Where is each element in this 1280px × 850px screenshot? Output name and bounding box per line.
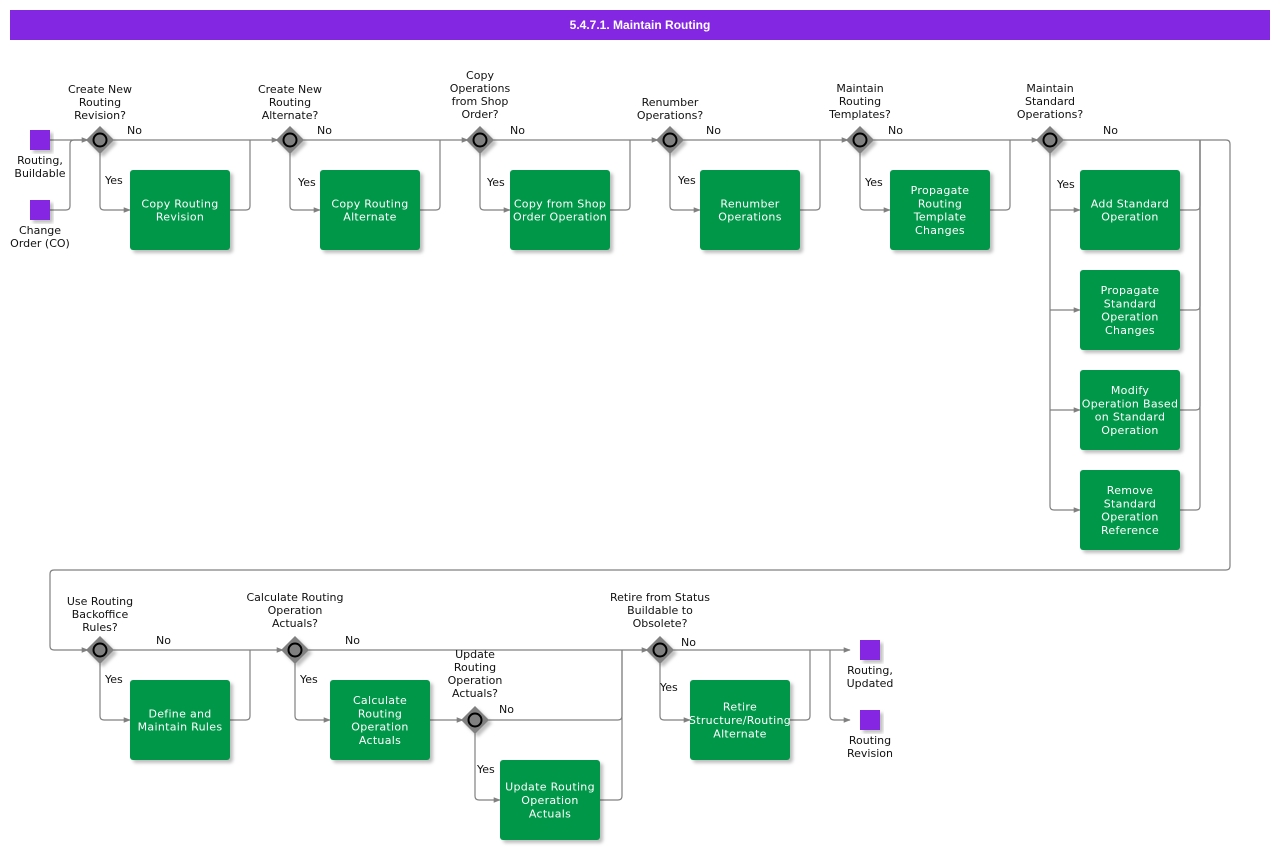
gateway-question: Calculate Routing Operation Actuals? — [246, 591, 343, 630]
gateway-no-label: No — [345, 634, 360, 647]
routing-revision-label: Routing Revision — [847, 734, 893, 760]
gateway-gw6[interactable] — [1036, 126, 1064, 154]
gateway-diamond-icon — [86, 636, 114, 664]
gateway-question: Renumber Operations? — [637, 96, 703, 122]
task-label: Propagate Standard Operation Changes — [1101, 284, 1160, 337]
gateway-diamond-icon — [281, 636, 309, 664]
routing-updated-label: Routing, Updated — [847, 664, 894, 690]
task-label: Define and Maintain Rules — [138, 707, 223, 733]
task-label: Calculate Routing Operation Actuals — [351, 694, 408, 747]
routing-revision-event[interactable] — [860, 710, 880, 730]
task-t5[interactable]: Propagate Routing Template Changes — [890, 170, 990, 250]
task-t1[interactable]: Copy Routing Revision — [130, 170, 230, 250]
gateway-question: Create New Routing Alternate? — [258, 83, 322, 122]
gateway-yes-label: Yes — [104, 673, 123, 686]
gateway-no-label: No — [1103, 124, 1118, 137]
flow-t5-merge — [990, 140, 1011, 211]
gateway-no-label: No — [510, 124, 525, 137]
flow-t13-merge — [790, 650, 811, 721]
routing-updated-event[interactable] — [860, 640, 880, 660]
task-t2[interactable]: Copy Routing Alternate — [320, 170, 420, 250]
gateway-diamond-icon — [656, 126, 684, 154]
gateway-gw8[interactable] — [281, 636, 309, 664]
gateway-gw10[interactable] — [646, 636, 674, 664]
gateway-no-label: No — [888, 124, 903, 137]
flow-gw7-yes — [99, 662, 131, 723]
gateway-gw4[interactable] — [656, 126, 684, 154]
task-label: Copy from Shop Order Operation — [513, 197, 607, 223]
task-t7[interactable]: Propagate Standard Operation Changes — [1080, 270, 1180, 350]
gateway-gw1[interactable] — [86, 126, 114, 154]
gateway-diamond-icon — [1036, 126, 1064, 154]
gateway-yes-label: Yes — [299, 673, 318, 686]
task-label: Add Standard Operation — [1091, 197, 1169, 223]
flow-t2-merge — [420, 140, 441, 211]
routing-buildable-event[interactable] — [30, 130, 50, 150]
gateway-gw7[interactable] — [86, 636, 114, 664]
gateway-diamond-icon — [276, 126, 304, 154]
flow-t6-merge — [1180, 140, 1201, 211]
gateway-yes-label: Yes — [1056, 178, 1075, 191]
gateway-yes-label: Yes — [104, 174, 123, 187]
gateway-diamond-icon — [461, 706, 489, 734]
flow-t10-merge — [230, 650, 251, 721]
flow-t12-merge — [600, 650, 623, 801]
gateway-question: Maintain Standard Operations? — [1017, 82, 1083, 121]
task-t6[interactable]: Add Standard Operation — [1080, 170, 1180, 250]
gateway-no-label: No — [156, 634, 171, 647]
nodes-layer: Copy Routing Revision Copy Routing Alternat… — [30, 126, 1180, 840]
flow-t3-merge — [610, 140, 631, 211]
gateway-yes-label: Yes — [486, 176, 505, 189]
flow-gw6-yes — [1049, 152, 1081, 513]
task-t3[interactable]: Copy from Shop Order Operation — [510, 170, 610, 250]
gateway-question: Create New Routing Revision? — [68, 83, 132, 122]
gateway-no-label: No — [681, 636, 696, 649]
change-order-label: Change Order (CO) — [10, 224, 70, 250]
gateway-yes-label: Yes — [677, 174, 696, 187]
gateway-no-label: No — [706, 124, 721, 137]
process-diagram: Copy Routing Revision Copy Routing Alternat… — [10, 69, 1231, 840]
gateway-no-label: No — [127, 124, 142, 137]
flow-gw8-yes — [294, 662, 331, 723]
task-t9[interactable]: Remove Standard Operation Reference — [1080, 470, 1180, 550]
task-t8[interactable]: Modify Operation Based on Standard Operatio… — [1080, 370, 1180, 450]
routing-buildable-label: Routing, Buildable — [14, 154, 65, 180]
flow-t8-merge — [1180, 140, 1201, 411]
flow-t1-merge — [230, 140, 251, 211]
task-t13[interactable]: Retire Structure/Routing Alternate — [689, 680, 791, 760]
gateway-question: Copy Operations from Shop Order? — [450, 69, 511, 121]
task-label: Propagate Routing Template Changes — [911, 184, 970, 237]
gateway-diamond-icon — [86, 126, 114, 154]
gateway-diamond-icon — [846, 126, 874, 154]
gateway-question: Use Routing Backoffice Rules? — [67, 595, 133, 634]
gateway-question: Retire from Status Buildable to Obsolete? — [610, 591, 710, 630]
flow-t9-merge — [1180, 140, 1201, 511]
gateway-question: Update Routing Operation Actuals? — [448, 648, 503, 700]
gateway-yes-label: Yes — [659, 681, 678, 694]
gateway-yes-label: Yes — [864, 176, 883, 189]
task-t12[interactable]: Update Routing Operation Actuals — [500, 760, 600, 840]
task-t4[interactable]: Renumber Operations — [700, 170, 800, 250]
change-order-event[interactable] — [30, 200, 50, 220]
gateway-no-label: No — [317, 124, 332, 137]
gateway-question: Maintain Routing Templates? — [828, 82, 891, 121]
gateway-diamond-icon — [646, 636, 674, 664]
task-label: Renumber Operations — [718, 197, 781, 223]
gateway-gw2[interactable] — [276, 126, 304, 154]
gateway-gw9[interactable] — [461, 706, 489, 734]
task-t11[interactable]: Calculate Routing Operation Actuals — [330, 680, 430, 760]
gateway-yes-label: Yes — [476, 763, 495, 776]
gateway-gw3[interactable] — [466, 126, 494, 154]
flow-t4-merge — [800, 140, 821, 211]
gateway-gw5[interactable] — [846, 126, 874, 154]
gateway-no-label: No — [499, 703, 514, 716]
gateway-diamond-icon — [466, 126, 494, 154]
gateway-yes-label: Yes — [297, 176, 316, 189]
task-label: Remove Standard Operation Reference — [1101, 484, 1159, 537]
task-t10[interactable]: Define and Maintain Rules — [130, 680, 230, 760]
flow-t7-merge — [1180, 140, 1201, 311]
